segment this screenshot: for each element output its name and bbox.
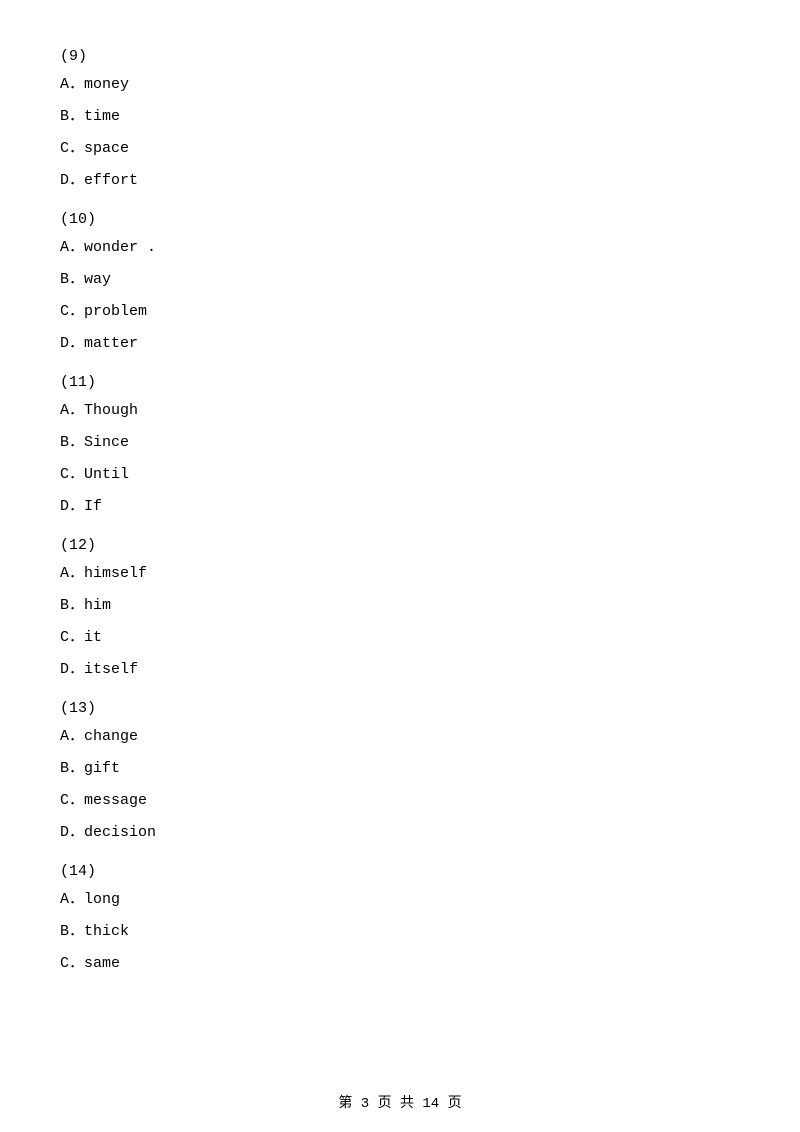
option-0-1: B．time: [60, 105, 740, 129]
option-0-3: D．effort: [60, 169, 740, 193]
option-0-2: C．space: [60, 137, 740, 161]
option-5-2: C．same: [60, 952, 740, 976]
page-footer: 第 3 页 共 14 页: [0, 1092, 800, 1112]
option-2-0: A．Though: [60, 399, 740, 423]
option-3-0: A．himself: [60, 562, 740, 586]
option-1-2: C．problem: [60, 300, 740, 324]
option-3-2: C．it: [60, 626, 740, 650]
question-number-4: (13): [60, 700, 740, 717]
question-number-1: (10): [60, 211, 740, 228]
option-4-0: A．change: [60, 725, 740, 749]
option-4-1: B．gift: [60, 757, 740, 781]
option-4-2: C．message: [60, 789, 740, 813]
option-1-1: B．way: [60, 268, 740, 292]
option-2-1: B．Since: [60, 431, 740, 455]
question-number-2: (11): [60, 374, 740, 391]
option-5-0: A．long: [60, 888, 740, 912]
option-3-3: D．itself: [60, 658, 740, 682]
page-number: 第 3 页 共 14 页: [338, 1096, 461, 1112]
question-number-5: (14): [60, 863, 740, 880]
option-2-2: C．Until: [60, 463, 740, 487]
option-0-0: A．money: [60, 73, 740, 97]
option-3-1: B．him: [60, 594, 740, 618]
option-1-0: A．wonder .: [60, 236, 740, 260]
option-4-3: D．decision: [60, 821, 740, 845]
option-1-3: D．matter: [60, 332, 740, 356]
question-number-3: (12): [60, 537, 740, 554]
question-number-0: (9): [60, 48, 740, 65]
option-2-3: D．If: [60, 495, 740, 519]
option-5-1: B．thick: [60, 920, 740, 944]
